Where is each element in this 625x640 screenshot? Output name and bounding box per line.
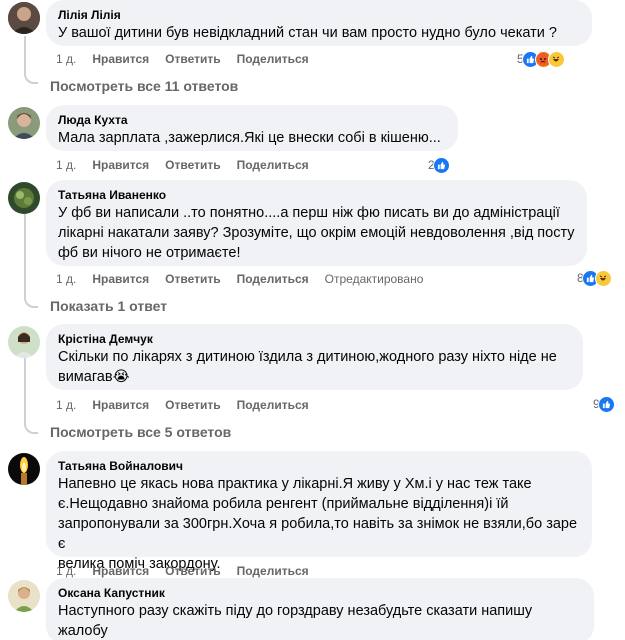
comment-bubble: Татьяна Иваненко У фб ви написали ..то п… xyxy=(46,180,587,266)
comment-text: Мала зарплата ,зажерлися.Які це внески с… xyxy=(58,130,441,146)
reply-button[interactable]: Ответить xyxy=(165,563,220,579)
comment-time[interactable]: 1 д. xyxy=(56,271,76,287)
comment-time[interactable]: 1 д. xyxy=(56,51,76,67)
reactions-summary[interactable]: 8 xyxy=(577,269,612,287)
comment-author[interactable]: Татьяна Иваненко xyxy=(58,187,575,203)
comment-actions: 1 д. Нравится Ответить Поделиться xyxy=(56,397,325,413)
like-button[interactable]: Нравится xyxy=(92,563,149,579)
reply-button[interactable]: Ответить xyxy=(165,157,220,173)
comment-text: Скільки по лікарях з дитиною їздила з ди… xyxy=(58,349,557,385)
comment-actions: 1 д. Нравится Ответить Поделиться xyxy=(56,157,325,173)
comment-author[interactable]: Оксана Капустник xyxy=(58,585,582,601)
haha-icon xyxy=(547,50,565,68)
avatar[interactable] xyxy=(8,2,40,34)
comment-text: У фб ви написали ..то понятно....а перш … xyxy=(58,205,575,261)
comment-author[interactable]: Крістіна Демчук xyxy=(58,331,571,347)
comment-bubble: Татьяна Войналович Напевно це якась нова… xyxy=(46,451,592,572)
avatar[interactable] xyxy=(8,107,40,139)
reply-button[interactable]: Ответить xyxy=(165,51,220,67)
comment-time[interactable]: 1 д. xyxy=(56,563,76,579)
haha-icon xyxy=(594,269,612,287)
user-photo xyxy=(8,580,40,612)
user-photo xyxy=(8,326,40,358)
comment-text: У вашої дитини був невідкладний стан чи … xyxy=(58,25,557,41)
like-button[interactable]: Нравится xyxy=(92,397,149,413)
share-button[interactable]: Поделиться xyxy=(237,397,309,413)
comment-time[interactable]: 1 д. xyxy=(56,157,76,173)
thread-line xyxy=(24,212,26,300)
avatar[interactable] xyxy=(8,326,40,358)
avatar[interactable] xyxy=(8,580,40,612)
like-button[interactable]: Нравится xyxy=(92,51,149,67)
candle-photo xyxy=(8,453,40,485)
comment-actions: 1 д. Нравится Ответить Поделиться xyxy=(56,563,325,579)
comment-bubble: Крістіна Демчук Скільки по лікарях з дит… xyxy=(46,324,583,390)
reply-button[interactable]: Ответить xyxy=(165,271,220,287)
reply-button[interactable]: Ответить xyxy=(165,397,220,413)
view-replies-link[interactable]: Посмотреть все 11 ответов xyxy=(50,77,238,95)
comment-time[interactable]: 1 д. xyxy=(56,397,76,413)
thread-curve xyxy=(24,72,38,84)
edited-label[interactable]: Отредактировано xyxy=(325,271,424,287)
avatar[interactable] xyxy=(8,453,40,485)
share-button[interactable]: Поделиться xyxy=(237,271,309,287)
avatar[interactable] xyxy=(8,182,40,214)
share-button[interactable]: Поделиться xyxy=(237,157,309,173)
thread-line xyxy=(24,356,26,426)
share-button[interactable]: Поделиться xyxy=(237,51,309,67)
comment-actions: 1 д. Нравится Ответить Поделиться Отреда… xyxy=(56,271,439,287)
user-photo xyxy=(8,2,40,34)
comment-actions: 1 д. Нравится Ответить Поделиться xyxy=(56,51,325,67)
thread-line xyxy=(24,36,26,76)
comment-text: Напевно це якась нова практика у лікарні… xyxy=(58,476,578,572)
reactions-summary[interactable]: 9 xyxy=(593,395,615,413)
like-icon xyxy=(432,156,450,174)
reactions-summary[interactable]: 5 xyxy=(517,50,565,68)
comment-text: Наступного разу скажіть піду до горздрав… xyxy=(58,603,533,639)
comment-author[interactable]: Люда Кухта xyxy=(58,112,446,128)
comment-author[interactable]: Лілія Лілія xyxy=(58,7,580,23)
reactions-summary[interactable]: 2 xyxy=(428,156,450,174)
comment-bubble: Оксана Капустник Наступного разу скажіть… xyxy=(46,578,594,640)
like-icon xyxy=(597,395,615,413)
like-button[interactable]: Нравится xyxy=(92,271,149,287)
view-replies-link[interactable]: Показать 1 ответ xyxy=(50,297,167,315)
view-replies-link[interactable]: Посмотреть все 5 ответов xyxy=(50,423,231,441)
thread-curve xyxy=(24,296,38,308)
comment-author[interactable]: Татьяна Войналович xyxy=(58,458,580,474)
user-photo xyxy=(8,107,40,139)
thread-curve xyxy=(24,422,38,434)
user-photo xyxy=(8,182,40,214)
like-button[interactable]: Нравится xyxy=(92,157,149,173)
share-button[interactable]: Поделиться xyxy=(237,563,309,579)
comment-bubble: Люда Кухта Мала зарплата ,зажерлися.Які … xyxy=(46,105,458,151)
comment-bubble: Лілія Лілія У вашої дитини був невідклад… xyxy=(46,0,592,46)
